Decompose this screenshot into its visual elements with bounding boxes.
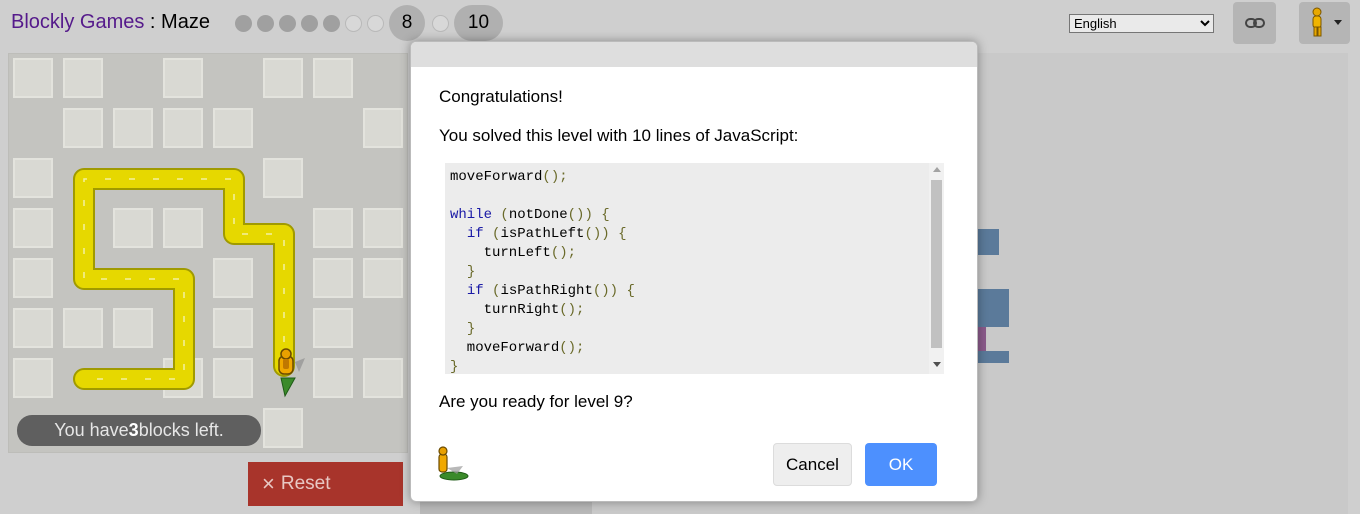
code-line: } — [466, 264, 476, 280]
level-8-current[interactable]: 8 — [389, 5, 425, 41]
link-icon — [1244, 18, 1265, 28]
code-view[interactable]: moveForward(); while (notDone()) { if (i… — [445, 163, 944, 374]
brand-link[interactable]: Blockly Games — [11, 11, 144, 33]
link-button[interactable] — [1233, 2, 1276, 44]
dialog-ready-text: Are you ready for level 9? — [439, 392, 633, 411]
counter-suffix: blocks left. — [138, 420, 224, 440]
language-select[interactable]: English — [1069, 14, 1214, 33]
code-line: } — [466, 321, 476, 337]
game-name: Maze — [161, 11, 210, 33]
level-6-dot[interactable] — [345, 14, 362, 32]
maze-canvas — [8, 53, 408, 453]
dropdown-arrow-icon — [1333, 20, 1342, 25]
code-line: if (isPathLeft()) { — [466, 226, 627, 242]
counter-count: 3 — [128, 420, 139, 440]
dialog-congrats-text: Congratulations! — [439, 87, 563, 106]
cancel-button[interactable]: Cancel — [773, 443, 852, 486]
code-line: while (notDone()) { — [450, 207, 610, 223]
code-line: if (isPathRight()) { — [466, 283, 635, 299]
level-selector: 8 10 — [235, 5, 508, 41]
ok-button[interactable]: OK — [865, 443, 937, 486]
level-5-dot[interactable] — [323, 14, 340, 32]
title-separator: : — [144, 11, 162, 33]
pegman-marker-icon — [278, 348, 305, 398]
workspace-block-4[interactable] — [974, 351, 1009, 363]
dialog-header — [411, 42, 977, 67]
pegman-button[interactable] — [1299, 2, 1350, 44]
toolbox-edge — [420, 500, 593, 514]
blocks-left-counter: You have 3 blocks left. — [17, 415, 261, 446]
scroll-up-icon[interactable] — [933, 167, 941, 172]
level-3-dot[interactable] — [279, 14, 296, 32]
level-2-dot[interactable] — [257, 14, 274, 32]
level-1-dot[interactable] — [235, 14, 252, 32]
dialog-solved-text: You solved this level with 10 lines of J… — [439, 126, 799, 145]
level-4-dot[interactable] — [301, 14, 318, 32]
level-10-button[interactable]: 10 — [454, 5, 503, 41]
pegman-icon — [438, 446, 469, 481]
code-line: turnRight(); — [450, 302, 585, 318]
maze-board — [13, 58, 403, 448]
reset-button[interactable]: × Reset — [248, 462, 403, 506]
scroll-down-icon[interactable] — [933, 362, 941, 367]
pegman-icon — [1312, 7, 1321, 37]
level-7-dot[interactable] — [367, 14, 384, 32]
code-line: moveForward(); — [450, 340, 585, 356]
workspace-block-2[interactable] — [974, 289, 1009, 327]
code-line: turnLeft(); — [450, 245, 577, 261]
page-title: Blockly Games : Maze — [11, 11, 210, 34]
scroll-thumb[interactable] — [931, 180, 942, 348]
code-line: } — [450, 359, 459, 374]
code-scrollbar[interactable] — [929, 163, 944, 374]
reset-label: Reset — [280, 473, 331, 494]
counter-prefix: You have — [54, 420, 129, 440]
close-icon: × — [262, 471, 275, 496]
congratulations-dialog: Congratulations! You solved this level w… — [410, 41, 978, 502]
level-9-dot[interactable] — [432, 14, 449, 32]
code-listing: moveForward(); while (notDone()) { if (i… — [450, 168, 635, 374]
code-line: moveForward(); — [450, 169, 568, 185]
